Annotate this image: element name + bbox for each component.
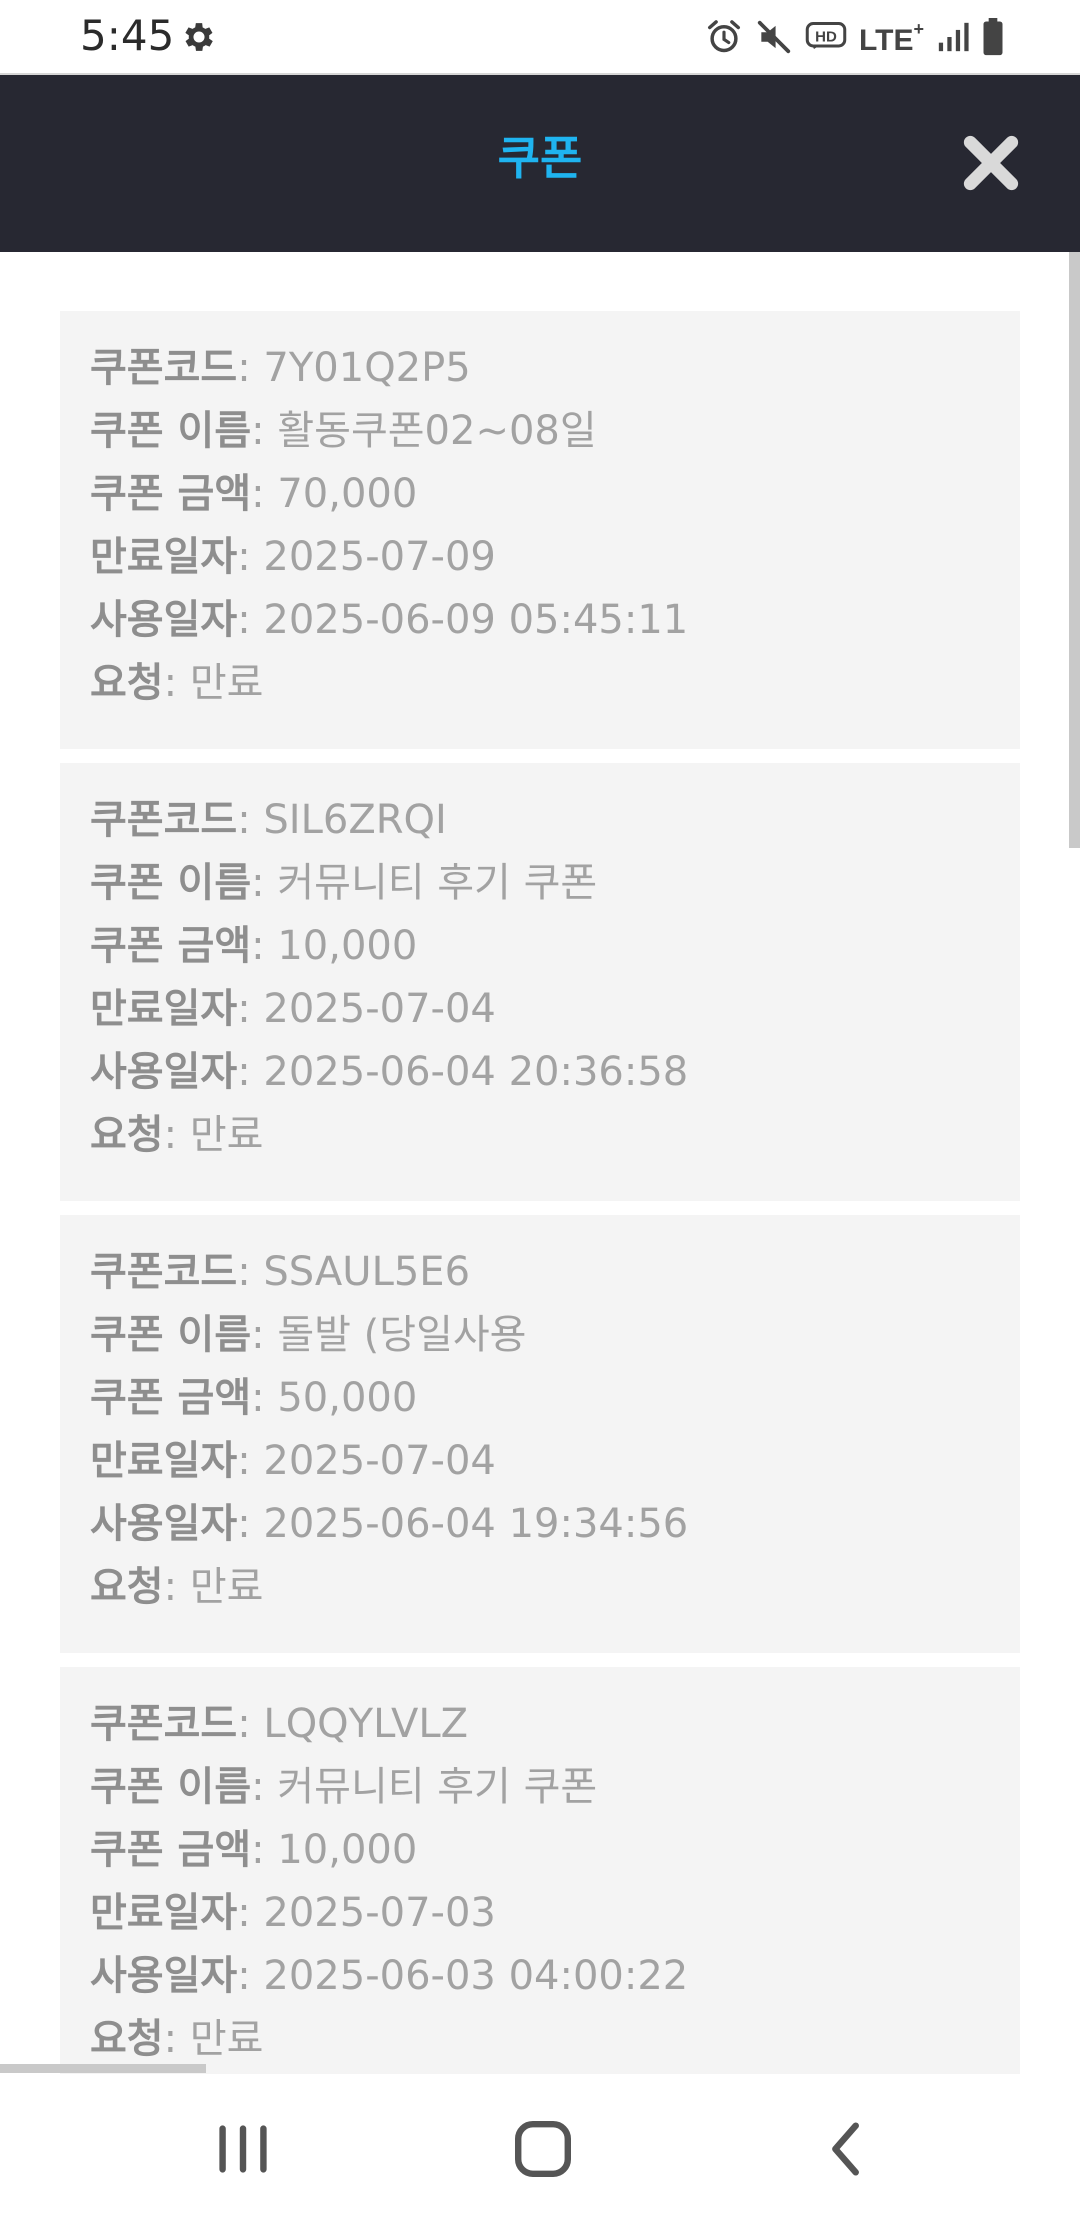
lte-plus-label: + [913,19,924,39]
coupon-code-row: 쿠폰코드: LQQYLVLZ [90,1701,469,1747]
coupon-card: 쿠폰코드: 7Y01Q2P5 쿠폰 이름: 활동쿠폰02~08일 쿠폰 금액: … [60,311,1020,749]
hd-icon: HD [805,22,847,49]
back-icon[interactable] [812,2114,882,2184]
coupon-expiry-row: 만료일자: 2025-07-04 [90,1438,496,1484]
coupon-name-row: 쿠폰 이름: 커뮤니티 후기 쿠폰 [90,860,598,906]
coupon-expiry-label: 만료일자 [90,986,238,1032]
coupon-amount-row: 쿠폰 금액: 70,000 [90,471,418,517]
coupon-amount-value: 10,000 [277,923,418,969]
lte-label: LTE [859,24,914,57]
coupon-name-label: 쿠폰 이름 [90,408,252,454]
coupon-amount-label: 쿠폰 금액 [90,1375,252,1421]
coupon-used-label: 사용일자 [90,597,238,643]
status-bar: 5:45 HD LTE+ [0,0,1080,75]
coupon-used-row: 사용일자: 2025-06-04 19:34:56 [90,1501,689,1547]
coupon-expiry-row: 만료일자: 2025-07-09 [90,534,496,580]
coupon-expiry-label: 만료일자 [90,1438,238,1484]
coupon-expiry-value: 2025-07-03 [263,1890,496,1936]
vertical-scrollbar[interactable] [1069,252,1080,848]
coupon-amount-row: 쿠폰 금액: 50,000 [90,1375,418,1421]
coupon-code-value: LQQYLVLZ [263,1701,469,1747]
coupon-used-row: 사용일자: 2025-06-04 20:36:58 [90,1049,689,1095]
coupon-code-label: 쿠폰코드 [90,1701,238,1747]
coupon-code-label: 쿠폰코드 [90,797,238,843]
svg-text:HD: HD [815,29,837,46]
coupon-name-value: 커뮤니티 후기 쿠폰 [277,1764,598,1810]
coupon-request-value: 만료 [189,1564,264,1610]
coupon-expiry-row: 만료일자: 2025-07-03 [90,1890,496,1936]
horizontal-scrollbar[interactable] [0,2064,206,2073]
coupon-expiry-row: 만료일자: 2025-07-04 [90,986,496,1032]
coupon-amount-value: 70,000 [277,471,418,517]
coupon-used-value: 2025-06-03 04:00:22 [263,1953,689,1999]
coupon-code-value: SIL6ZRQI [263,797,447,843]
status-icons: HD LTE+ [705,14,1004,60]
coupon-request-label: 요청 [90,1112,164,1158]
coupon-name-row: 쿠폰 이름: 돌발 (당일사용 [90,1312,527,1358]
coupon-request-value: 만료 [189,1112,264,1158]
coupon-card: 쿠폰코드: SIL6ZRQI 쿠폰 이름: 커뮤니티 후기 쿠폰 쿠폰 금액: … [60,763,1020,1201]
coupon-request-label: 요청 [90,2016,164,2062]
coupon-code-row: 쿠폰코드: 7Y01Q2P5 [90,345,471,391]
close-icon[interactable] [960,132,1022,194]
coupon-request-row: 요청: 만료 [90,660,264,706]
lte-plus-icon: LTE+ [859,18,924,56]
coupon-name-row: 쿠폰 이름: 커뮤니티 후기 쿠폰 [90,1764,598,1810]
coupon-name-value: 활동쿠폰02~08일 [277,408,597,454]
coupon-expiry-label: 만료일자 [90,534,238,580]
coupon-expiry-value: 2025-07-04 [263,986,496,1032]
mute-icon [757,20,791,54]
system-nav-bar [0,2074,1080,2220]
coupon-used-label: 사용일자 [90,1953,238,1999]
coupon-expiry-label: 만료일자 [90,1890,238,1936]
battery-icon [983,18,1003,56]
coupon-code-row: 쿠폰코드: SIL6ZRQI [90,797,447,843]
coupon-expiry-value: 2025-07-09 [263,534,496,580]
recent-apps-icon[interactable] [208,2114,278,2184]
coupon-card: 쿠폰코드: SSAUL5E6 쿠폰 이름: 돌발 (당일사용 쿠폰 금액: 50… [60,1215,1020,1653]
coupon-used-row: 사용일자: 2025-06-09 05:45:11 [90,597,689,643]
status-time: 5:45 [80,11,175,60]
coupon-code-value: SSAUL5E6 [263,1249,471,1295]
coupon-request-row: 요청: 만료 [90,1112,264,1158]
coupon-name-row: 쿠폰 이름: 활동쿠폰02~08일 [90,408,597,454]
coupon-used-row: 사용일자: 2025-06-03 04:00:22 [90,1953,689,1999]
page-title: 쿠폰 [497,131,583,185]
coupon-used-label: 사용일자 [90,1501,238,1547]
coupon-request-row: 요청: 만료 [90,2016,264,2062]
coupon-amount-label: 쿠폰 금액 [90,471,252,517]
coupon-used-value: 2025-06-04 20:36:58 [263,1049,689,1095]
coupon-used-value: 2025-06-04 19:34:56 [263,1501,689,1547]
home-icon[interactable] [508,2114,578,2184]
coupon-code-value: 7Y01Q2P5 [263,345,471,391]
coupon-request-row: 요청: 만료 [90,1564,264,1610]
coupon-name-value: 커뮤니티 후기 쿠폰 [277,860,598,906]
coupon-name-label: 쿠폰 이름 [90,1312,252,1358]
coupon-request-value: 만료 [189,2016,264,2062]
coupon-request-value: 만료 [189,660,264,706]
coupon-amount-label: 쿠폰 금액 [90,1827,252,1873]
coupon-code-label: 쿠폰코드 [90,1249,238,1295]
coupon-used-value: 2025-06-09 05:45:11 [263,597,689,643]
coupon-amount-value: 50,000 [277,1375,418,1421]
coupon-card: 쿠폰코드: LQQYLVLZ 쿠폰 이름: 커뮤니티 후기 쿠폰 쿠폰 금액: … [60,1667,1020,2074]
modal-header: 쿠폰 [0,75,1080,252]
alarm-icon [708,20,741,53]
coupon-expiry-value: 2025-07-04 [263,1438,496,1484]
coupon-amount-value: 10,000 [277,1827,418,1873]
coupon-code-label: 쿠폰코드 [90,345,238,391]
signal-icon [938,22,969,52]
coupon-used-label: 사용일자 [90,1049,238,1095]
coupon-amount-row: 쿠폰 금액: 10,000 [90,923,418,969]
coupon-name-label: 쿠폰 이름 [90,860,252,906]
coupon-code-row: 쿠폰코드: SSAUL5E6 [90,1249,471,1295]
coupon-list[interactable]: 쿠폰코드: 7Y01Q2P5 쿠폰 이름: 활동쿠폰02~08일 쿠폰 금액: … [0,252,1080,2074]
gear-icon [185,23,213,51]
coupon-amount-label: 쿠폰 금액 [90,923,252,969]
coupon-name-value: 돌발 (당일사용 [277,1312,527,1358]
coupon-request-label: 요청 [90,660,164,706]
coupon-request-label: 요청 [90,1564,164,1610]
coupon-amount-row: 쿠폰 금액: 10,000 [90,1827,418,1873]
coupon-name-label: 쿠폰 이름 [90,1764,252,1810]
